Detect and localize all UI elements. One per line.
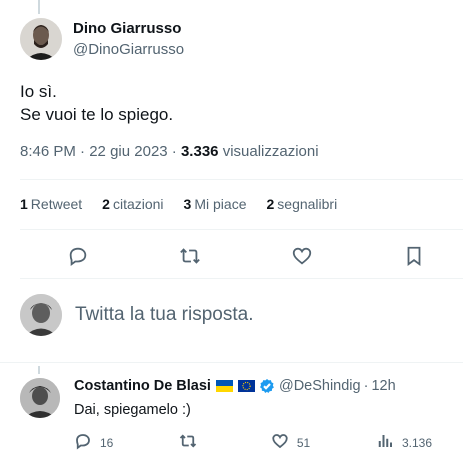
retweets-stat[interactable]: 1 Retweet [20, 196, 82, 212]
tweet-text-line: Se vuoi te lo spiego. [20, 105, 174, 124]
reply-actions: 16 51 3.136 [74, 432, 432, 453]
author-avatar[interactable] [20, 18, 62, 60]
divider [20, 179, 463, 180]
views-label: visualizzazioni [222, 143, 319, 160]
reply-text: Dai, spiegamelo :) [74, 402, 191, 418]
tweet-actions [66, 244, 426, 268]
tweet-metadata: 8:46 PM · 22 giu 2023 · 3.336 visualizza… [20, 143, 319, 160]
reply-icon[interactable] [66, 244, 90, 268]
reply-icon [74, 432, 92, 453]
reply-retweet-button[interactable] [179, 432, 205, 453]
retweet-icon[interactable] [178, 244, 202, 268]
eu-flag-icon [237, 380, 255, 392]
ukraine-flag-icon [215, 380, 233, 392]
like-icon [271, 432, 289, 453]
reply-author-avatar[interactable] [20, 378, 60, 418]
tweet-author: Dino Giarrusso @DinoGiarrusso [20, 18, 184, 60]
views-count: 3.336 [180, 143, 219, 160]
engagement-stats: 1 Retweet 2 citazioni 3 Mi piace 2 segnalibr… [20, 196, 357, 212]
divider [20, 229, 463, 230]
reply-count: 16 [100, 435, 114, 450]
bookmarks-stat[interactable]: 2 segnalibri [266, 196, 337, 212]
reply-author-handle[interactable]: @DeShindig [279, 378, 361, 394]
tweet-date[interactable]: 22 giu 2023 [89, 143, 167, 160]
author-name[interactable]: Dino Giarrusso [73, 19, 184, 38]
user-avatar[interactable] [20, 294, 62, 336]
reply-tweet[interactable]: Costantino De Blasi @DeShindig · 12h Dai… [0, 366, 463, 463]
bookmark-icon[interactable] [402, 244, 426, 268]
likes-stat[interactable]: 3 Mi piace [184, 196, 247, 212]
reply-views-button[interactable]: 3.136 [376, 432, 432, 453]
tweet-time[interactable]: 8:46 PM [20, 143, 76, 160]
retweet-icon [179, 432, 197, 453]
separator: · [80, 143, 86, 160]
separator: · [171, 143, 177, 160]
like-icon[interactable] [290, 244, 314, 268]
quotes-stat[interactable]: 2 citazioni [102, 196, 163, 212]
like-count: 51 [296, 435, 311, 450]
reply-time[interactable]: 12h [371, 378, 395, 394]
views-chart-icon [376, 432, 394, 453]
reply-like-button[interactable]: 51 [271, 432, 310, 453]
author-handle[interactable]: @DinoGiarrusso [73, 40, 184, 59]
reply-header: Costantino De Blasi @DeShindig · 12h [74, 378, 396, 394]
divider [0, 362, 463, 363]
reply-composer: Twitta la tua risposta. [20, 294, 253, 336]
separator: · [363, 378, 369, 394]
divider [20, 278, 463, 279]
reply-author-name[interactable]: Costantino De Blasi [74, 378, 211, 394]
thread-line [38, 0, 40, 14]
tweet-text-line: Io sì. [20, 82, 57, 101]
reply-input[interactable]: Twitta la tua risposta. [75, 304, 253, 326]
reply-reply-button[interactable]: 16 [74, 432, 113, 453]
verified-badge-icon[interactable] [259, 378, 275, 394]
views-count: 3.136 [401, 435, 432, 450]
tweet-text: Io sì. Se vuoi te lo spiego. [20, 80, 173, 126]
